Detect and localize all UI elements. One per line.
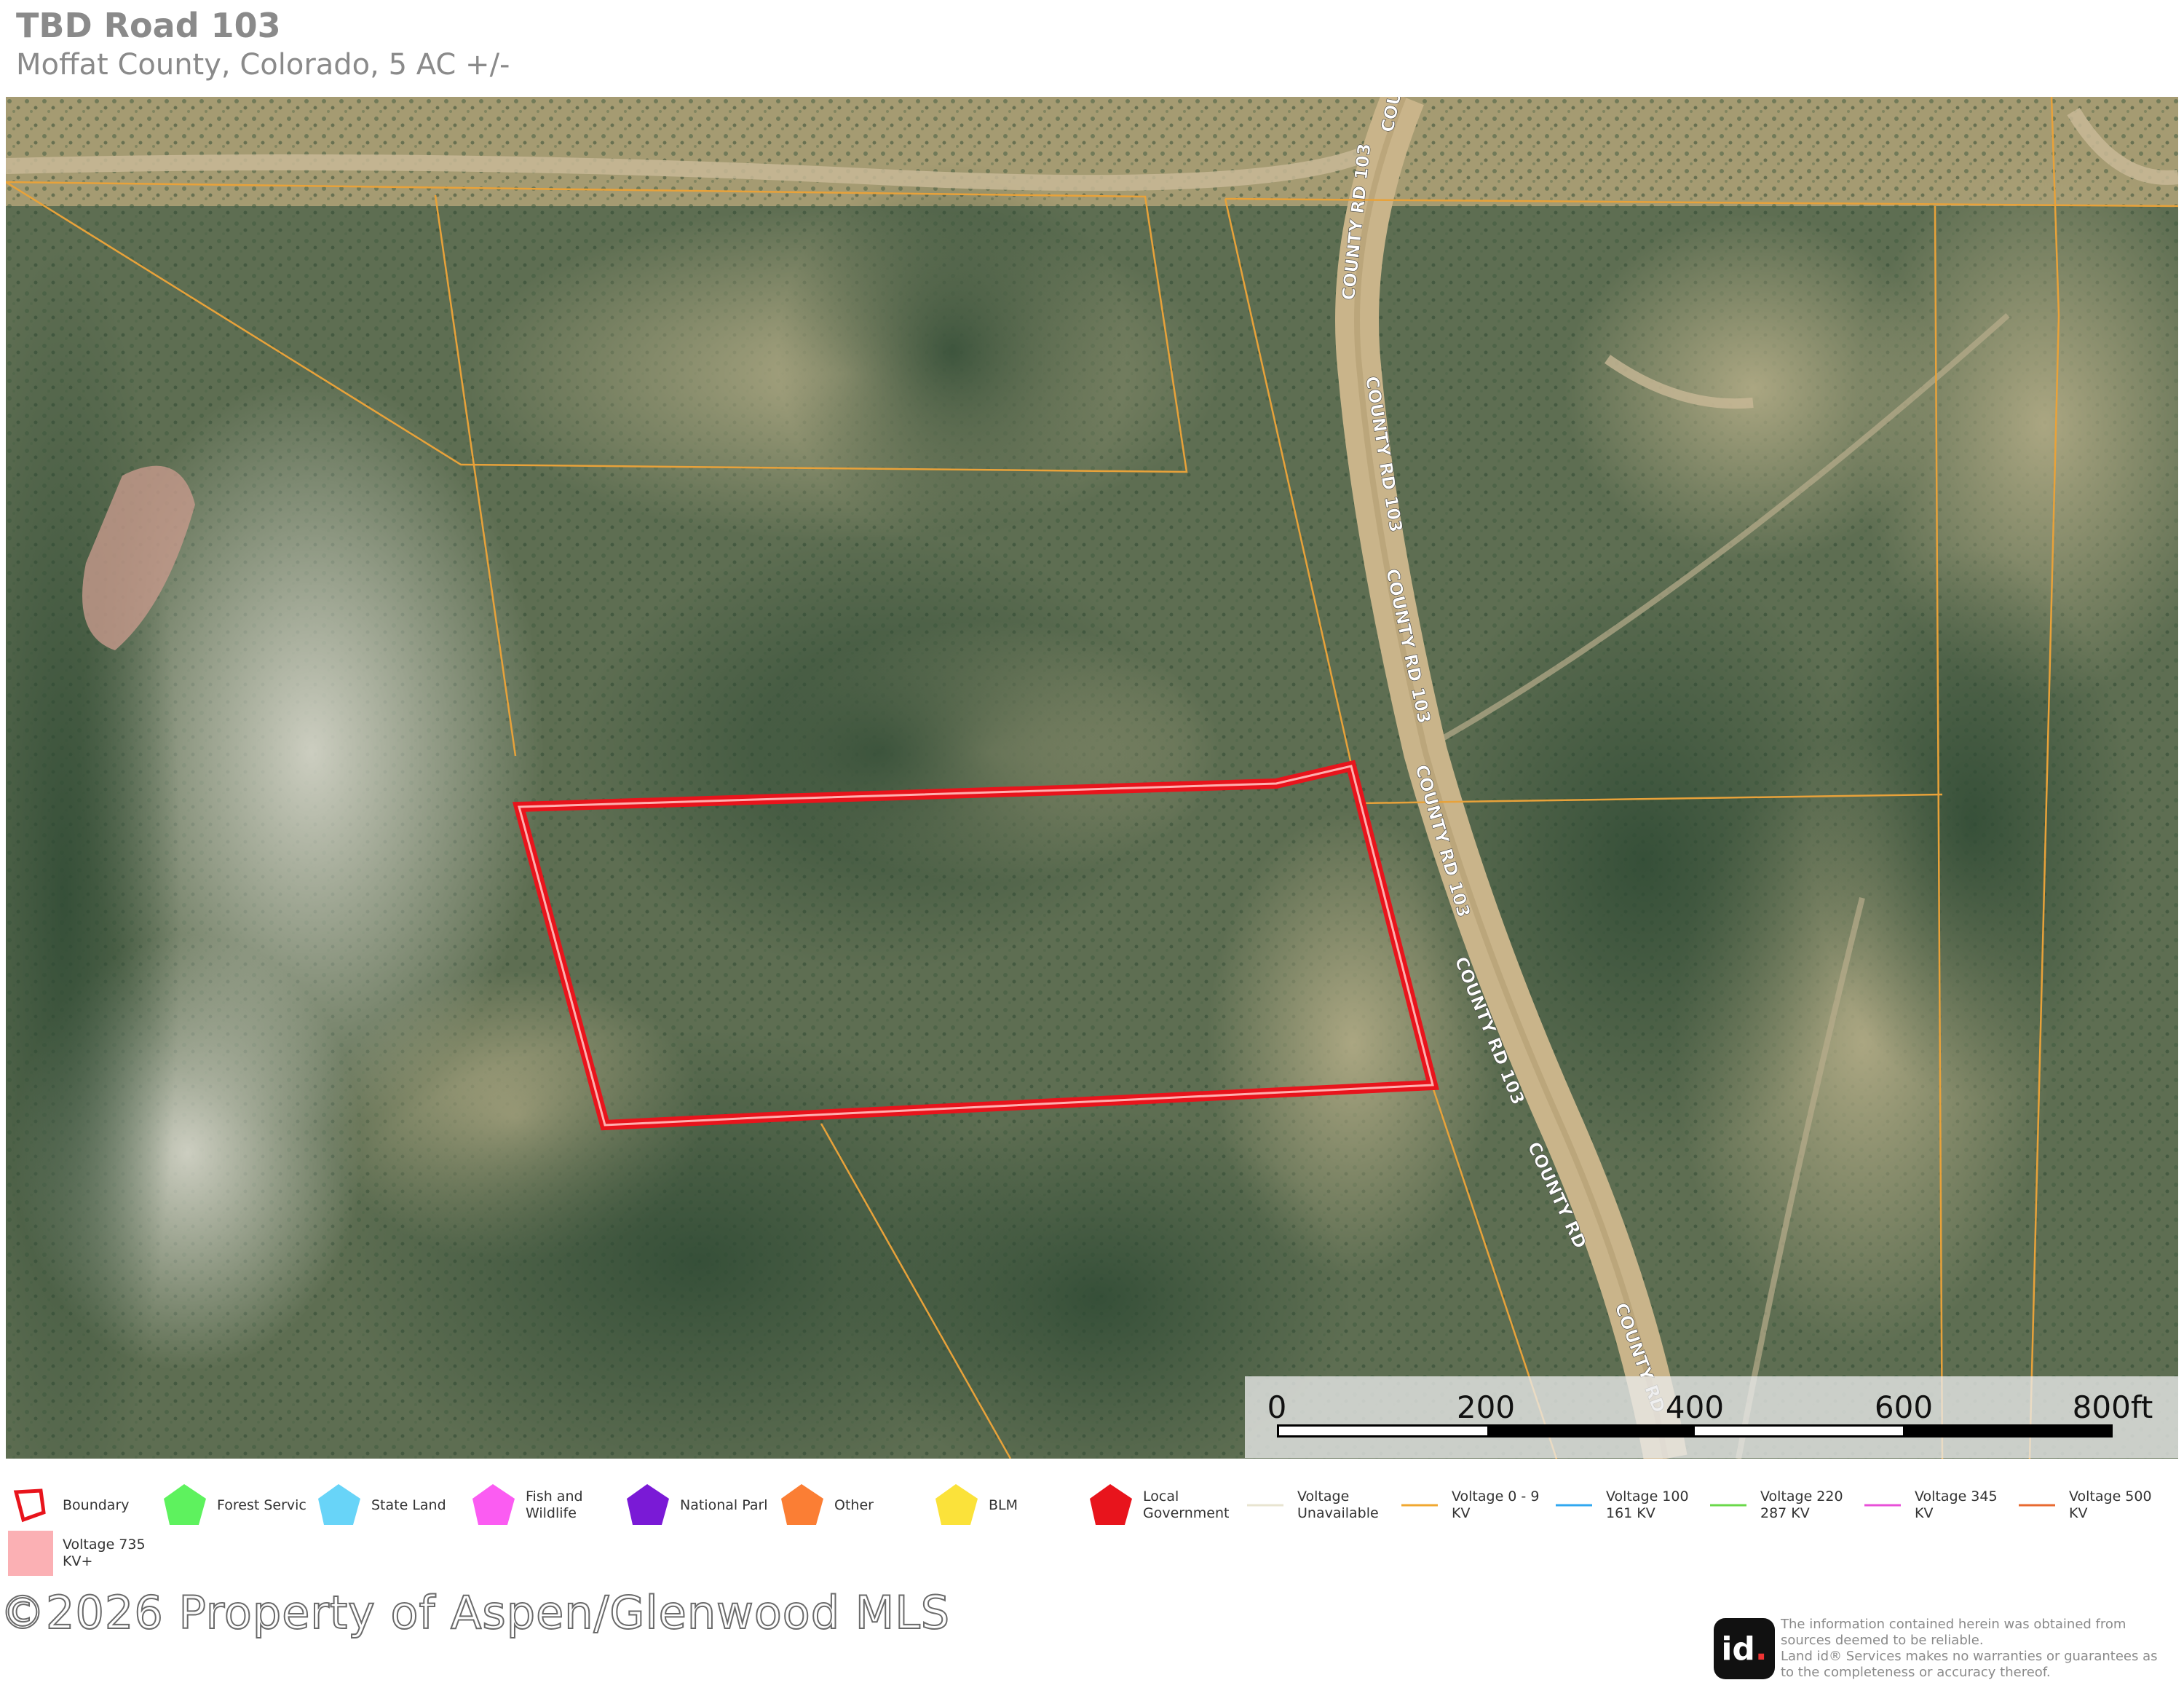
boundary-outline-icon	[7, 1482, 54, 1529]
land-id-logo: id.	[1714, 1618, 1775, 1679]
page-subtitle: Moffat County, Colorado, 5 AC +/-	[16, 48, 510, 82]
scale-tick: 0	[1267, 1389, 1287, 1425]
line-icon	[1242, 1482, 1289, 1529]
disclaimer-text: The information contained herein was obt…	[1781, 1617, 2158, 1680]
map-legend: Boundary Forest Servic State Land Fish a…	[0, 1482, 2184, 1584]
legend-item-voltage-500: Voltage 500 KV	[2014, 1482, 2164, 1529]
legend-item-voltage-735: Voltage 735 KV+	[7, 1530, 166, 1577]
scale-bar: 0 200 400 600 800ft	[1245, 1376, 2178, 1458]
legend-item-other: Other	[779, 1482, 938, 1529]
pentagon-icon	[470, 1482, 517, 1529]
legend-item-voltage-220-287: Voltage 220 287 KV	[1705, 1482, 1864, 1529]
pentagon-icon	[779, 1482, 826, 1529]
copyright-watermark: ©2026 Property of Aspen/Glenwood MLS	[0, 1585, 951, 1640]
line-icon	[1859, 1482, 1906, 1529]
pentagon-icon	[625, 1482, 671, 1529]
legend-item-voltage-100-161: Voltage 100 161 KV	[1551, 1482, 1709, 1529]
legend-item-national-park: National Parl	[625, 1482, 783, 1529]
legend-item-voltage-345: Voltage 345 KV	[1859, 1482, 2018, 1529]
page-title: TBD Road 103	[16, 6, 281, 45]
satellite-map[interactable]: COUNTY RD 103 COUNTY RD 103 COUNTY RD 10…	[6, 97, 2178, 1459]
legend-item-forest-service: Forest Servic	[162, 1482, 320, 1529]
line-icon	[1396, 1482, 1443, 1529]
legend-item-blm: BLM	[933, 1482, 1092, 1529]
scale-tick: 400	[1665, 1389, 1725, 1425]
scale-bar-graphic	[1277, 1424, 2113, 1437]
pentagon-icon	[316, 1482, 363, 1529]
pentagon-icon	[162, 1482, 208, 1529]
map-view[interactable]: COUNTY RD 103 COUNTY RD 103 COUNTY RD 10…	[6, 97, 2178, 1459]
scale-tick: 600	[1874, 1389, 1934, 1425]
legend-item-state-land: State Land	[316, 1482, 475, 1529]
legend-item-voltage-unavailable: Voltage Unavailable	[1242, 1482, 1401, 1529]
scale-tick: 800ft	[2072, 1389, 2153, 1425]
legend-item-voltage-0-9: Voltage 0 - 9 KV	[1396, 1482, 1555, 1529]
legend-item-local-government: Local Government	[1088, 1482, 1246, 1529]
line-icon	[2014, 1482, 2060, 1529]
line-icon	[1705, 1482, 1752, 1529]
line-icon	[1551, 1482, 1597, 1529]
legend-item-fish-wildlife: Fish and Wildlife	[470, 1482, 629, 1529]
pentagon-icon	[933, 1482, 980, 1529]
pentagon-icon	[1088, 1482, 1134, 1529]
scale-tick: 200	[1456, 1389, 1516, 1425]
legend-item-boundary: Boundary	[7, 1482, 166, 1529]
square-icon	[7, 1530, 54, 1577]
